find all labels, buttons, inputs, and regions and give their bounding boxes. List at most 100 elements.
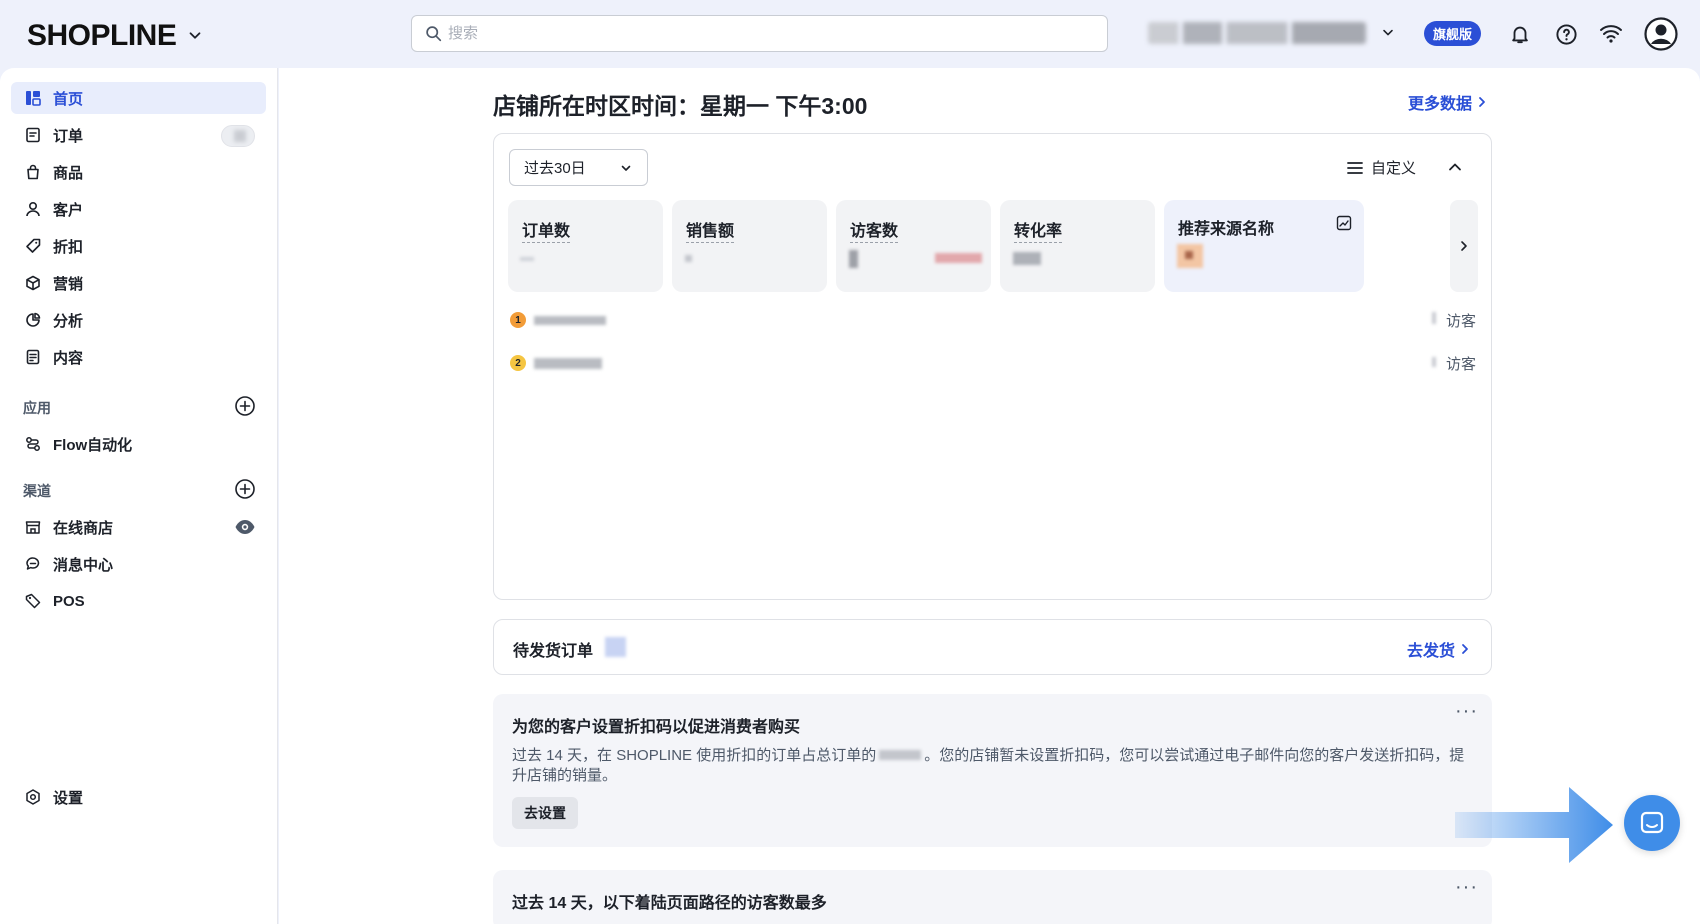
- sidebar-item-label: 内容: [53, 349, 84, 367]
- referrer-name-redacted: [534, 316, 606, 325]
- collapse-button[interactable]: [1445, 157, 1465, 177]
- store-switcher[interactable]: SHOPLINE: [27, 19, 204, 53]
- dashboard-icon: [26, 91, 41, 106]
- metric-value-redacted: [1013, 252, 1041, 265]
- search-input[interactable]: [448, 25, 1048, 42]
- orders-count-badge: [221, 125, 255, 147]
- sidebar-item-label: POS: [53, 592, 85, 610]
- metric-label: 销售额: [686, 217, 735, 243]
- metric-trend-redacted: [935, 253, 982, 263]
- pending-orders-card: 待发货订单 去发货: [493, 619, 1492, 675]
- pending-count-redacted: [605, 637, 626, 657]
- sidebar-item-analytics[interactable]: 分析: [11, 304, 266, 336]
- sidebar-item-label: 折扣: [53, 238, 84, 256]
- chevron-down-icon: [189, 32, 201, 39]
- sidebar-item-settings[interactable]: 设置: [11, 781, 266, 813]
- add-app-button[interactable]: [234, 395, 256, 417]
- apps-section-label: 应用: [23, 400, 51, 416]
- sidebar-item-marketing[interactable]: 营销: [11, 267, 266, 299]
- rank-badge: 2: [510, 355, 526, 371]
- chart-icon[interactable]: [1336, 215, 1352, 231]
- sidebar-item-label: 在线商店: [53, 519, 114, 537]
- wifi-icon: [1600, 25, 1622, 43]
- avatar-icon: [1644, 17, 1678, 51]
- store-icon: [25, 521, 41, 534]
- user-icon: [26, 201, 40, 217]
- chevron-down-icon: [621, 165, 630, 171]
- pos-tag-icon: [25, 593, 41, 609]
- tip-body-text: 过去 14 天，在 SHOPLINE 使用折扣的订单占总订单的: [512, 747, 877, 764]
- customize-button[interactable]: 自定义: [1347, 157, 1416, 178]
- sidebar-item-products[interactable]: 商品: [11, 156, 266, 188]
- chevron-right-icon: [1479, 97, 1485, 107]
- period-dropdown[interactable]: 过去30日: [509, 149, 648, 186]
- bell-icon: [1512, 26, 1528, 44]
- metric-value-redacted: [685, 255, 692, 262]
- sidebar-item-label: 营销: [53, 275, 84, 293]
- menu-lines-icon: [1347, 161, 1363, 174]
- help-button[interactable]: [1551, 19, 1581, 49]
- more-data-label: 更多数据: [1408, 96, 1473, 113]
- analytics-card: 过去30日 自定义 订单数 销售额 访客数 转化率 推荐来源名称 1 访客 2: [493, 133, 1492, 600]
- eye-icon[interactable]: [234, 517, 256, 537]
- metric-label: 订单数: [522, 217, 571, 243]
- cube-icon: [26, 275, 40, 291]
- landing-page-tip-card: 过去 14 天，以下着陆页面路径的访客数最多 ···: [493, 870, 1492, 924]
- more-options-button[interactable]: ···: [1455, 700, 1478, 723]
- account-switcher[interactable]: [1148, 22, 1396, 44]
- metric-card-sales[interactable]: 销售额: [672, 200, 827, 292]
- visitor-count-redacted: [1432, 312, 1436, 324]
- more-options-button[interactable]: ···: [1455, 876, 1478, 899]
- chat-support-button[interactable]: [1624, 795, 1680, 851]
- metric-label: 转化率: [1014, 217, 1063, 243]
- sidebar-item-content[interactable]: 内容: [11, 341, 266, 373]
- tip-title: 为您的客户设置折扣码以促进消费者购买: [512, 719, 801, 736]
- go-ship-link[interactable]: 去发货: [1407, 637, 1471, 661]
- flow-icon: [26, 437, 40, 451]
- sidebar-item-label: 消息中心: [53, 556, 114, 574]
- help-icon: [1555, 23, 1577, 45]
- rank-badge: 1: [510, 312, 526, 328]
- settings-icon: [26, 789, 40, 805]
- discount-tip-card: 为您的客户设置折扣码以促进消费者购买 ··· 过去 14 天，在 SHOPLIN…: [493, 694, 1492, 847]
- sidebar-item-home[interactable]: 首页: [11, 82, 266, 114]
- pending-orders-title: 待发货订单: [513, 643, 594, 660]
- sidebar-item-customers[interactable]: 客户: [11, 193, 266, 225]
- page-title: 店铺所在时区时间：星期一 下午3:00: [493, 93, 868, 119]
- plan-badge: 旗舰版: [1424, 21, 1482, 46]
- document-icon: [26, 349, 40, 365]
- sidebar-item-pos[interactable]: POS: [11, 585, 266, 617]
- sidebar-item-online-store[interactable]: 在线商店: [11, 511, 266, 543]
- channels-section-label: 渠道: [23, 483, 51, 499]
- metric-card-visitors[interactable]: 访客数: [836, 200, 991, 292]
- metric-card-orders[interactable]: 订单数: [508, 200, 663, 292]
- go-ship-label: 去发货: [1406, 643, 1455, 660]
- notifications-button[interactable]: [1505, 19, 1535, 49]
- discount-percent-redacted: [879, 750, 922, 760]
- visitor-unit-label: 访客: [1445, 313, 1476, 330]
- tip-title: 过去 14 天，以下着陆页面路径的访客数最多: [512, 895, 827, 912]
- chat-icon: [26, 557, 40, 570]
- visitor-count-redacted: [1432, 357, 1436, 367]
- sidebar-item-label: 分析: [53, 312, 84, 330]
- go-setup-button[interactable]: 去设置: [512, 797, 578, 829]
- connection-status-button[interactable]: [1596, 19, 1626, 49]
- more-data-link[interactable]: 更多数据: [1408, 90, 1488, 114]
- user-menu-button[interactable]: [1643, 16, 1679, 52]
- metric-label: 推荐来源名称: [1178, 221, 1275, 238]
- sidebar-item-label: 商品: [53, 164, 84, 182]
- period-value: 过去30日: [524, 160, 586, 177]
- sidebar-item-label: 客户: [53, 201, 84, 219]
- add-channel-button[interactable]: [234, 478, 256, 500]
- sidebar-item-flow[interactable]: Flow自动化: [11, 428, 266, 460]
- sidebar: 首页 订单 商品 客户 折扣 营销 分析 内容 应用 Flow自动化 渠道 在线…: [0, 68, 278, 924]
- global-search[interactable]: [411, 15, 1108, 52]
- metric-card-conversion[interactable]: 转化率: [1000, 200, 1155, 292]
- metrics-next-button[interactable]: [1450, 200, 1478, 292]
- metric-card-referrer[interactable]: 推荐来源名称: [1164, 200, 1364, 292]
- tip-body: 过去 14 天，在 SHOPLINE 使用折扣的订单占总订单的 。您的店铺暂未设置…: [512, 746, 1467, 786]
- chat-bubble-icon: [1640, 811, 1664, 834]
- sidebar-item-message-center[interactable]: 消息中心: [11, 548, 266, 580]
- sidebar-item-label: 订单: [53, 127, 84, 145]
- sidebar-item-discounts[interactable]: 折扣: [11, 230, 266, 262]
